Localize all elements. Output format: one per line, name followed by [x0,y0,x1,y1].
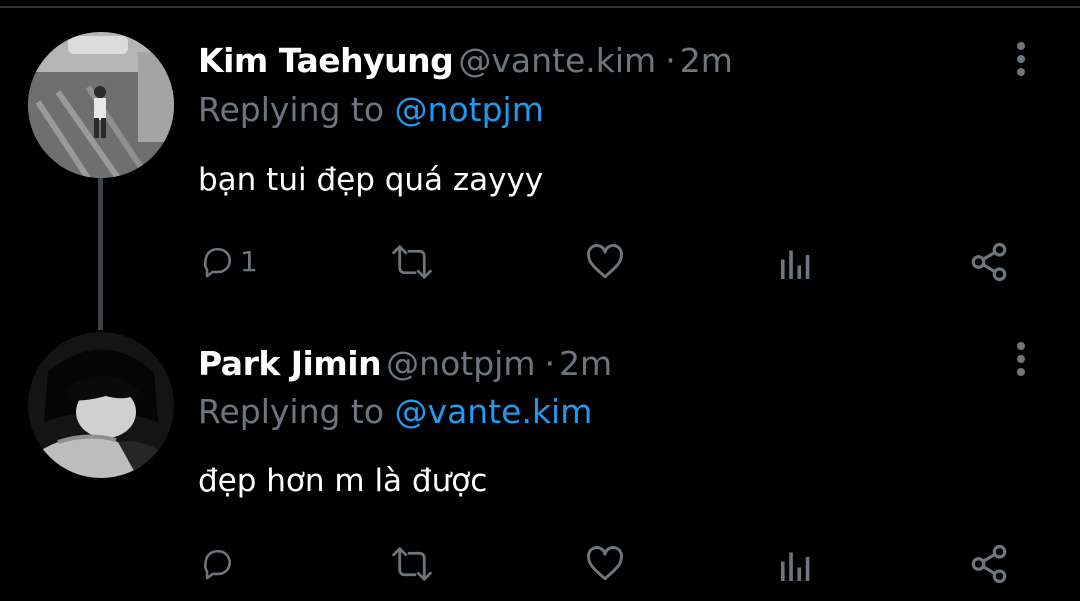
like-button[interactable] [585,542,625,586]
retweet-button[interactable] [389,240,435,284]
analytics-icon [781,552,810,581]
retweet-button[interactable] [389,542,435,586]
replying-mention[interactable]: @vante.kim [395,392,593,431]
like-icon [587,244,623,279]
replying-to: Replying to @notpjm [198,93,544,126]
share-icon [971,544,1007,584]
analytics-button[interactable] [778,242,814,286]
analytics-icon [781,250,810,279]
timestamp[interactable]: 2m [559,344,612,383]
timestamp[interactable]: 2m [680,41,733,80]
author-name[interactable]: Park Jimin [198,344,382,383]
retweet-icon [392,245,432,279]
share-button[interactable] [968,542,1010,586]
share-button[interactable] [968,240,1010,284]
tweet-text: đẹp hơn m là được [198,463,488,499]
more-options-button[interactable] [1008,40,1034,80]
more-options-button[interactable] [1008,340,1034,380]
more-icon [1017,42,1025,76]
more-icon [1017,342,1025,376]
separator: · [665,41,676,80]
replying-mention[interactable]: @notpjm [395,90,544,129]
reply-icon [203,247,231,278]
like-button[interactable] [585,240,625,284]
reply-button[interactable]: 1 [200,240,258,284]
tweet-header: Kim Taehyung @vante.kim · 2m [198,44,733,77]
tweet-thread: Kim Taehyung @vante.kim · 2m Replying to … [0,0,1080,601]
tweet-text: bạn tui đẹp quá zayyy [198,162,544,198]
reply-button[interactable] [200,542,240,586]
avatar[interactable] [28,32,174,178]
reply-icon [203,549,231,580]
divider [0,6,1080,8]
replying-to: Replying to @vante.kim [198,395,592,428]
author-handle[interactable]: @vante.kim [458,41,656,80]
replying-prefix: Replying to [198,392,385,431]
separator: · [544,344,556,383]
like-icon [587,546,623,581]
avatar[interactable] [28,332,174,478]
author-handle[interactable]: @notpjm [386,344,535,383]
replying-prefix: Replying to [198,90,385,129]
thread-connector-line [98,178,103,330]
author-name[interactable]: Kim Taehyung [198,41,454,80]
tweet-header: Park Jimin @notpjm · 2m [198,347,612,380]
reply-count: 1 [240,245,258,278]
share-icon [971,242,1007,282]
analytics-button[interactable] [778,544,814,588]
retweet-icon [392,547,432,581]
